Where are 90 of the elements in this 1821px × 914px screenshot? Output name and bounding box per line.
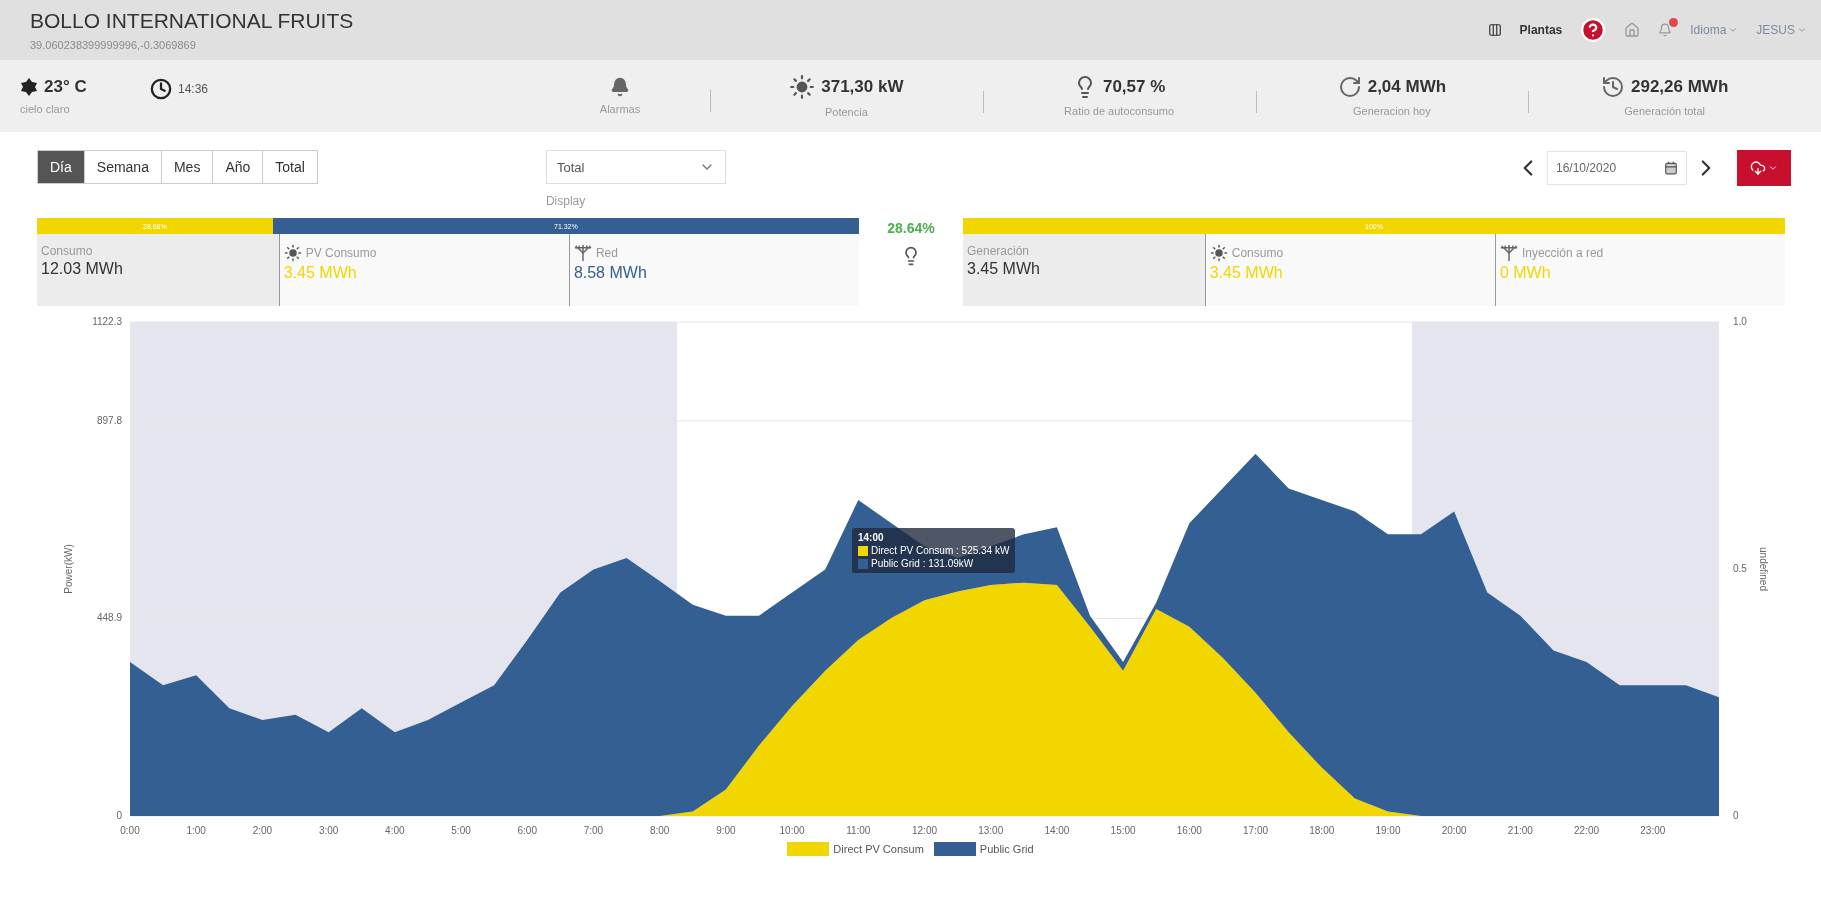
energy-label: Red [595, 246, 618, 260]
display-label: Display [545, 194, 587, 208]
energy-label: Consumo [1231, 246, 1284, 260]
energy-value: 3.45 MWh [967, 260, 1041, 278]
axis-tick-label: 6:00 [517, 825, 537, 836]
stat-label: Potencia [824, 106, 868, 118]
stat-value: 2,04 MWh [1367, 77, 1447, 97]
notification-badge [1669, 18, 1679, 27]
stat-label: Ratio de autoconsumo [1064, 105, 1175, 117]
plant-title: BOLLO INTERNATIONAL FRUITS [30, 9, 354, 33]
axis-tick-label: 0:00 [120, 825, 140, 836]
clock-icon [150, 78, 172, 100]
stat-label: Generación total [1624, 105, 1705, 117]
axis-tick-label: 13:00 [978, 825, 1004, 836]
axis-tick-label: 0.5 [1733, 563, 1747, 574]
axis-tick-label: 1122.3 [92, 316, 122, 327]
stat-value: 371,30 kW [821, 77, 904, 97]
axis-tick-label: 10:00 [779, 825, 805, 836]
display-select[interactable]: Total [545, 150, 726, 184]
axis-tick-label: 12:00 [912, 825, 937, 836]
axis-tick-label: 21:00 [1507, 825, 1533, 836]
sun-icon [283, 244, 302, 262]
axis-tick-label: 897.8 [96, 414, 122, 426]
weather-icon [20, 78, 38, 96]
stat-value: 70,57 % [1102, 77, 1166, 97]
help-icon[interactable] [1580, 17, 1607, 43]
axis-tick-label: 0 [116, 810, 122, 821]
axis-tick-label: 3:00 [318, 825, 339, 836]
axis-tick-label: 2:00 [252, 825, 273, 836]
temperature: 23° C [44, 77, 87, 97]
tooltip-text: Direct PV Consum : 525.34 kW [871, 545, 1010, 556]
axis-tick-label: 17:00 [1243, 825, 1269, 836]
energy-label: PV Consumo [305, 246, 377, 260]
axis-tick-label: 8:00 [649, 825, 670, 836]
notification-icon[interactable] [1658, 23, 1673, 37]
axis-tick-label: 14:00 [1044, 825, 1070, 836]
legend-label: Public Grid [979, 843, 1034, 855]
axis-tick-label: 22:00 [1574, 825, 1600, 836]
time: 14:36 [178, 82, 209, 96]
axis-tick-label: 1.0 [1733, 316, 1747, 327]
axis-tick-label: 7:00 [583, 825, 604, 836]
axis-tick-label: 20:00 [1441, 825, 1467, 836]
axis-tick-label: 15:00 [1110, 825, 1136, 836]
tooltip-text: Public Grid : 131.09kW [871, 558, 974, 569]
energy-label: Consumo [41, 244, 93, 258]
weather-description: cielo claro [20, 103, 71, 115]
energy-value: 8.58 MWh [573, 264, 648, 282]
axis-title: undefined [1758, 547, 1769, 591]
caret-icon [1768, 163, 1778, 173]
period-tab[interactable]: Día [38, 151, 85, 183]
energy-value: 3.45 MWh [1209, 264, 1284, 282]
stat-value: 292,26 MWh [1630, 77, 1729, 97]
axis-tick-label: 9:00 [716, 825, 736, 836]
calendar-icon [1664, 161, 1678, 175]
plants-link[interactable]: Plantas [1519, 23, 1563, 37]
legend-label: Direct PV Consum [833, 843, 924, 855]
pylon-icon [1499, 244, 1518, 262]
energy-label: Inyección a red [1521, 246, 1604, 260]
ratio-value: 28.64% [887, 220, 935, 236]
energy-label: Generación [967, 244, 1030, 258]
grid-icon[interactable] [1487, 23, 1502, 37]
caret-icon [1797, 25, 1807, 35]
sun-icon [1209, 244, 1228, 262]
axis-tick-label: 4:00 [385, 825, 405, 836]
axis-tick-label: 19:00 [1375, 825, 1401, 836]
coordinates: 39.060238399999996,-0.3069869 [30, 39, 197, 51]
bell-icon [610, 77, 630, 97]
tooltip-time: 14:00 [858, 532, 885, 543]
stat-label: Generacion hoy [1353, 105, 1431, 117]
axis-tick-label: 16:00 [1176, 825, 1202, 836]
energy-value: 3.45 MWh [283, 264, 358, 282]
download-button[interactable] [1737, 150, 1791, 186]
energy-value: 12.03 MWh [41, 260, 124, 278]
axis-title: Power(kW) [63, 544, 74, 594]
date-field[interactable]: 16/10/2020 [1547, 151, 1687, 185]
axis-tick-label: 0 [1733, 810, 1739, 821]
axis-tick-label: 1:00 [186, 825, 206, 836]
caret-icon [1728, 25, 1739, 35]
cloud-download-icon [1750, 160, 1766, 176]
pylon-icon [573, 244, 592, 262]
sun-icon [789, 74, 816, 100]
axis-tick-label: 23:00 [1640, 825, 1666, 836]
axis-tick-label: 5:00 [451, 825, 471, 836]
cycle-icon [1600, 75, 1625, 99]
axis-tick-label: 18:00 [1309, 825, 1335, 836]
axis-tick-label: 448.9 [96, 612, 122, 624]
energy-value: 0 MWh [1499, 264, 1552, 282]
cycle-icon [1337, 75, 1362, 99]
stat-label: Alarmas [599, 103, 641, 115]
axis-tick-label: 11:00 [846, 825, 871, 836]
